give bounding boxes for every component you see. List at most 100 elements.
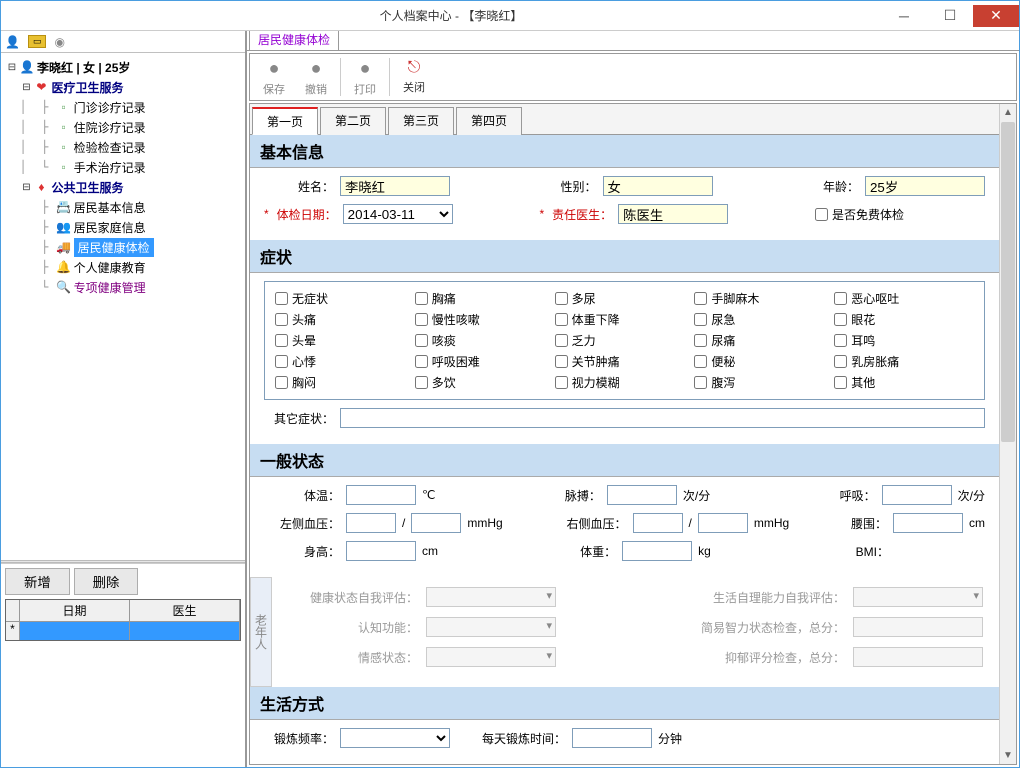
undo-icon: ●	[311, 58, 322, 79]
main-tab[interactable]: 居民健康体检	[249, 31, 339, 50]
weight-input[interactable]	[622, 541, 692, 561]
scroll-up-icon[interactable]: ▲	[1000, 104, 1016, 121]
symptom-checkbox[interactable]: 手脚麻木	[694, 290, 834, 307]
new-button[interactable]: 新增	[5, 568, 70, 595]
symptom-checkbox[interactable]: 咳痰	[415, 332, 555, 349]
emotion-select[interactable]	[426, 647, 556, 667]
symptom-checkbox[interactable]: 腹泻	[694, 374, 834, 391]
exam-date-select[interactable]: 2014-03-11	[343, 204, 453, 224]
symptom-checkbox[interactable]: 心悸	[275, 353, 415, 370]
print-button[interactable]: ●打印	[345, 58, 385, 97]
free-exam-checkbox[interactable]: 是否免费体检	[815, 206, 985, 223]
daily-exercise-label: 每天锻炼时间：	[482, 730, 566, 747]
symptom-checkbox[interactable]: 眼花	[834, 311, 974, 328]
symptom-checkbox[interactable]: 耳鸣	[834, 332, 974, 349]
rbp-dia-input[interactable]	[698, 513, 748, 533]
symptom-checkbox[interactable]: 头痛	[275, 311, 415, 328]
tree-root[interactable]: ⊟👤李晓红 | 女 | 25岁	[3, 57, 243, 77]
lbp-sys-input[interactable]	[346, 513, 396, 533]
elderly-section-label: 老年人	[250, 577, 272, 687]
doctor-input[interactable]	[618, 204, 728, 224]
toolbar: ●保存 ●撤销 ●打印 ⎋关闭	[249, 53, 1017, 101]
symptom-checkbox[interactable]: 呼吸困难	[415, 353, 555, 370]
close-button[interactable]: ✕	[973, 5, 1019, 27]
undo-button[interactable]: ●撤销	[296, 58, 336, 97]
symptom-checkbox[interactable]: 慢性咳嗽	[415, 311, 555, 328]
daily-exercise-input[interactable]	[572, 728, 652, 748]
finger-icon[interactable]: ◉	[54, 35, 64, 49]
tree-item[interactable]: ├ 📇居民基本信息	[3, 197, 243, 217]
emotion-label: 情感状态：	[288, 649, 418, 666]
life-eval-label: 生活自理能力自我评估：	[645, 589, 845, 606]
tab-page-4[interactable]: 第四页	[456, 107, 522, 135]
card-icon[interactable]: ▭	[28, 35, 47, 48]
minimize-button[interactable]: ─	[881, 5, 927, 27]
tree-item[interactable]: └ 🔍专项健康管理	[3, 277, 243, 297]
symptom-checkbox[interactable]: 视力模糊	[555, 374, 695, 391]
records-grid[interactable]: 日期 医生 *	[5, 599, 241, 641]
exercise-freq-select[interactable]	[340, 728, 450, 748]
pulse-input[interactable]	[607, 485, 677, 505]
age-input[interactable]	[865, 176, 985, 196]
scroll-thumb[interactable]	[1001, 122, 1015, 442]
tree-item[interactable]: ├ 🔔个人健康教育	[3, 257, 243, 277]
symptom-checkbox[interactable]: 乳房胀痛	[834, 353, 974, 370]
symptom-checkbox[interactable]: 头晕	[275, 332, 415, 349]
symptom-checkbox[interactable]: 多尿	[555, 290, 695, 307]
save-button[interactable]: ●保存	[254, 58, 294, 97]
doctor-label: 责任医生：	[552, 206, 612, 223]
breath-input[interactable]	[882, 485, 952, 505]
depression-input[interactable]	[853, 647, 983, 667]
tree-medical[interactable]: ⊟❤医疗卫生服务	[3, 77, 243, 97]
symptom-checkbox[interactable]: 乏力	[555, 332, 695, 349]
tree-item[interactable]: │ ├ ▫门诊诊疗记录	[3, 97, 243, 117]
symptom-checkbox[interactable]: 恶心呕吐	[834, 290, 974, 307]
tree-item[interactable]: ├ 👥居民家庭信息	[3, 217, 243, 237]
maximize-button[interactable]: ☐	[927, 5, 973, 27]
health-eval-select[interactable]	[426, 587, 556, 607]
symptom-checkbox[interactable]: 便秘	[694, 353, 834, 370]
iq-score-input[interactable]	[853, 617, 983, 637]
tree-item-selected[interactable]: ├ 🚚居民健康体检	[3, 237, 243, 257]
window-title: 个人档案中心 - 【李晓红】	[21, 7, 881, 24]
sex-label: 性别：	[547, 178, 597, 195]
symptom-checkbox[interactable]: 体重下降	[555, 311, 695, 328]
tree-item[interactable]: │ ├ ▫检验检查记录	[3, 137, 243, 157]
close-tab-button[interactable]: ⎋关闭	[394, 59, 434, 95]
symptom-checkbox[interactable]: 胸痛	[415, 290, 555, 307]
cognition-select[interactable]	[426, 617, 556, 637]
rbp-sys-input[interactable]	[633, 513, 683, 533]
delete-button[interactable]: 删除	[74, 568, 139, 595]
symptom-checkbox[interactable]: 无症状	[275, 290, 415, 307]
tab-page-1[interactable]: 第一页	[252, 107, 318, 135]
lbp-dia-input[interactable]	[411, 513, 461, 533]
other-symptom-input[interactable]	[340, 408, 985, 428]
section-symptoms: 症状	[250, 240, 999, 273]
symptom-checkbox[interactable]: 多饮	[415, 374, 555, 391]
name-input[interactable]	[340, 176, 450, 196]
other-symptom-label: 其它症状：	[264, 410, 334, 427]
symptom-checkbox[interactable]: 胸闷	[275, 374, 415, 391]
grid-row-new[interactable]: *	[6, 622, 240, 640]
person-icon[interactable]: 👤	[5, 35, 20, 49]
height-label: 身高：	[264, 543, 340, 560]
bmi-label: BMI：	[839, 543, 889, 560]
tab-page-3[interactable]: 第三页	[388, 107, 454, 135]
symptom-checkbox[interactable]: 关节肿痛	[555, 353, 695, 370]
tree-item[interactable]: │ └ ▫手术治疗记录	[3, 157, 243, 177]
tab-page-2[interactable]: 第二页	[320, 107, 386, 135]
scroll-down-icon[interactable]: ▼	[1000, 747, 1016, 764]
sex-input[interactable]	[603, 176, 713, 196]
waist-input[interactable]	[893, 513, 963, 533]
temp-input[interactable]	[346, 485, 416, 505]
symptom-checkbox[interactable]: 其他	[834, 374, 974, 391]
life-eval-select[interactable]	[853, 587, 983, 607]
tree-item[interactable]: │ ├ ▫住院诊疗记录	[3, 117, 243, 137]
tree-public[interactable]: ⊟♦公共卫生服务	[3, 177, 243, 197]
symptom-checkbox[interactable]: 尿急	[694, 311, 834, 328]
iq-score-label: 简易智力状态检查，总分：	[645, 619, 845, 636]
main-tabstrip: 居民健康体检	[247, 31, 1019, 51]
symptom-checkbox[interactable]: 尿痛	[694, 332, 834, 349]
height-input[interactable]	[346, 541, 416, 561]
vertical-scrollbar[interactable]: ▲ ▼	[999, 104, 1016, 764]
